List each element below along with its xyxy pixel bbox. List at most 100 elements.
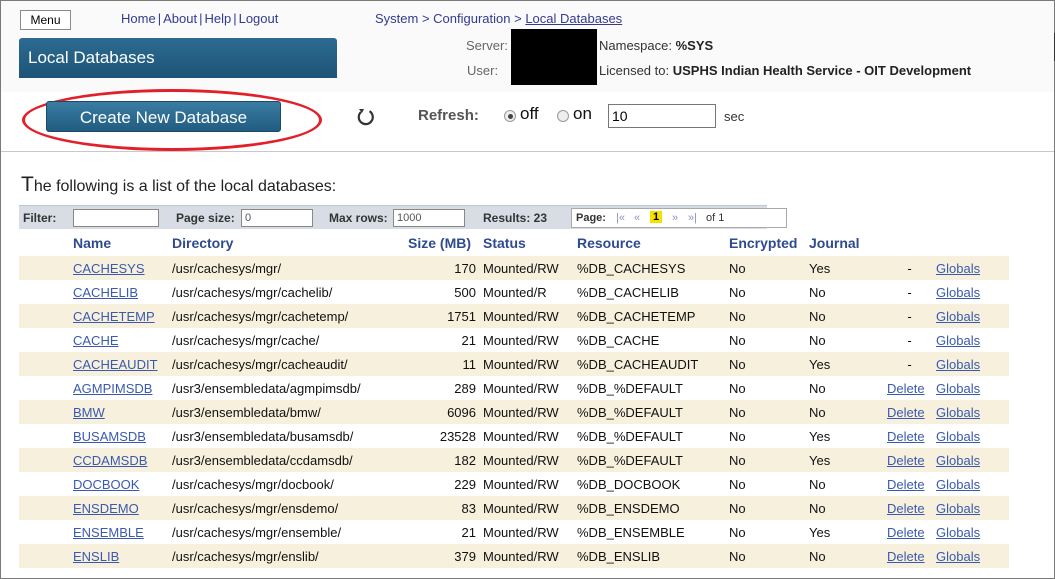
cell-status: Mounted/RW	[479, 496, 573, 520]
home-link[interactable]: Home	[121, 11, 156, 26]
page-size-input[interactable]	[241, 209, 313, 227]
cell-journal: Yes	[805, 352, 883, 376]
delete-link[interactable]: Delete	[883, 400, 932, 424]
next-page-button[interactable]: »	[672, 212, 678, 224]
breadcrumb-local-databases[interactable]: Local Databases	[525, 11, 622, 26]
cell-name[interactable]: CACHELIB	[69, 280, 168, 304]
link-separator: |	[233, 11, 237, 26]
header: Menu Home | About | Help | Logout System > Con…	[1, 1, 1055, 92]
cell-name[interactable]: CACHETEMP	[69, 304, 168, 328]
globals-link[interactable]: Globals	[932, 448, 1009, 472]
globals-link[interactable]: Globals	[932, 520, 1009, 544]
cell-name[interactable]: CACHESYS	[69, 256, 168, 280]
row-spacer	[19, 472, 69, 496]
logout-link[interactable]: Logout	[239, 11, 279, 26]
refresh-on-radio[interactable]	[557, 110, 569, 122]
breadcrumb-system[interactable]: System	[375, 11, 418, 26]
last-page-button[interactable]: »|	[688, 212, 697, 224]
cell-directory: /usr/cachesys/mgr/	[168, 256, 404, 280]
first-page-button[interactable]: |«	[616, 212, 625, 224]
table-row: ENSDEMO/usr/cachesys/mgr/ensdemo/83 Mount…	[19, 496, 1009, 520]
cell-name[interactable]: DOCBOOK	[69, 472, 168, 496]
cell-encrypted: No	[725, 352, 805, 376]
globals-link[interactable]: Globals	[932, 352, 1009, 376]
namespace-value: %SYS	[675, 38, 714, 53]
cell-journal: No	[805, 400, 883, 424]
cell-journal: No	[805, 304, 883, 328]
max-rows-input[interactable]	[393, 209, 465, 227]
page-of: of 1	[706, 212, 725, 224]
breadcrumb-configuration[interactable]: Configuration	[433, 11, 510, 26]
cell-journal: No	[805, 544, 883, 568]
globals-link[interactable]: Globals	[932, 304, 1009, 328]
page-title: Local Databases	[19, 38, 337, 78]
column-header-encrypted[interactable]: Encrypted	[725, 229, 805, 256]
cell-encrypted: No	[725, 328, 805, 352]
cell-resource: %DB_CACHELIB	[573, 280, 725, 304]
delete-link[interactable]: Delete	[883, 496, 932, 520]
refresh-icon[interactable]	[356, 107, 376, 127]
globals-link[interactable]: Globals	[932, 280, 1009, 304]
cell-name[interactable]: BMW	[69, 400, 168, 424]
cell-size: 229	[404, 472, 479, 496]
column-header-directory[interactable]: Directory	[168, 229, 404, 256]
globals-link[interactable]: Globals	[932, 544, 1009, 568]
refresh-interval-input[interactable]	[608, 104, 716, 128]
column-header-resource[interactable]: Resource	[573, 229, 725, 256]
cell-name[interactable]: ENSLIB	[69, 544, 168, 568]
cell-resource: %DB_%DEFAULT	[573, 400, 725, 424]
table-row: CACHELIB/usr/cachesys/mgr/cachelib/500 Mo…	[19, 280, 1009, 304]
cell-directory: /usr/cachesys/mgr/docbook/	[168, 472, 404, 496]
menu-button[interactable]: Menu	[20, 10, 71, 30]
delete-link[interactable]: Delete	[883, 472, 932, 496]
delete-link[interactable]: Delete	[883, 544, 932, 568]
globals-link[interactable]: Globals	[932, 472, 1009, 496]
table-row: DOCBOOK/usr/cachesys/mgr/docbook/229 Moun…	[19, 472, 1009, 496]
globals-link[interactable]: Globals	[932, 496, 1009, 520]
row-spacer	[19, 448, 69, 472]
cell-directory: /usr/cachesys/mgr/enslib/	[168, 544, 404, 568]
delete-link[interactable]: Delete	[883, 448, 932, 472]
row-spacer	[19, 280, 69, 304]
globals-link[interactable]: Globals	[932, 256, 1009, 280]
cell-name[interactable]: CACHE	[69, 328, 168, 352]
refresh-off-radio[interactable]	[504, 110, 516, 122]
cell-directory: /usr/cachesys/mgr/cachelib/	[168, 280, 404, 304]
delete-link[interactable]: Delete	[883, 376, 932, 400]
license-info: Licensed to: USPHS Indian Health Service…	[599, 63, 971, 78]
cell-action: -	[883, 280, 932, 304]
help-link[interactable]: Help	[204, 11, 231, 26]
filter-bar: Filter: Page size: Max rows: Results: 23…	[19, 205, 787, 229]
globals-link[interactable]: Globals	[932, 424, 1009, 448]
globals-link[interactable]: Globals	[932, 400, 1009, 424]
globals-link[interactable]: Globals	[932, 328, 1009, 352]
row-spacer	[19, 304, 69, 328]
column-header-journal[interactable]: Journal	[805, 229, 883, 256]
cell-encrypted: No	[725, 472, 805, 496]
column-header-name[interactable]: Name	[69, 229, 168, 256]
globals-link[interactable]: Globals	[932, 376, 1009, 400]
prev-page-button[interactable]: «	[634, 212, 640, 224]
filter-input[interactable]	[73, 209, 159, 227]
row-spacer	[19, 376, 69, 400]
column-header-size[interactable]: Size (MB)	[404, 229, 479, 256]
delete-link[interactable]: Delete	[883, 520, 932, 544]
row-spacer	[19, 328, 69, 352]
delete-link[interactable]: Delete	[883, 424, 932, 448]
about-link[interactable]: About	[163, 11, 197, 26]
cell-directory: /usr3/ensembledata/bmw/	[168, 400, 404, 424]
cell-name[interactable]: CACHEAUDIT	[69, 352, 168, 376]
cell-size: 11	[404, 352, 479, 376]
cell-name[interactable]: ENSEMBLE	[69, 520, 168, 544]
cell-name[interactable]: BUSAMSDB	[69, 424, 168, 448]
cell-name[interactable]: ENSDEMO	[69, 496, 168, 520]
namespace-label: Namespace:	[599, 38, 672, 53]
refresh-on-label: on	[573, 104, 592, 123]
cell-name[interactable]: AGMPIMSDB	[69, 376, 168, 400]
current-page[interactable]: 1	[650, 211, 663, 223]
create-new-database-button[interactable]: Create New Database	[46, 101, 281, 132]
cell-name[interactable]: CCDAMSDB	[69, 448, 168, 472]
cell-resource: %DB_ENSDEMO	[573, 496, 725, 520]
cell-size: 289	[404, 376, 479, 400]
column-header-status[interactable]: Status	[479, 229, 573, 256]
